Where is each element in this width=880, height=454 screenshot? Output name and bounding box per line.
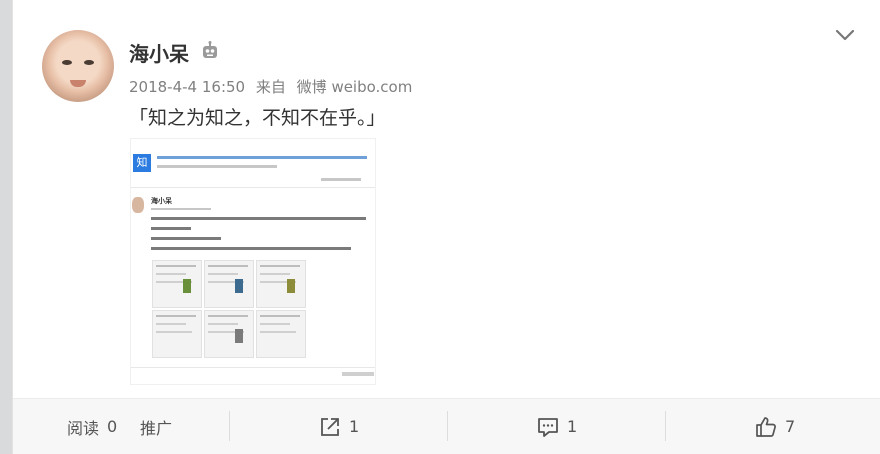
source-name[interactable]: 微博 weibo.com — [297, 78, 413, 96]
read-count: 阅读 0 — [67, 399, 117, 454]
shot-divider — [131, 187, 375, 188]
shot-text-line — [151, 208, 211, 210]
embedded-screenshot[interactable]: 知 海小呆 — [130, 138, 376, 385]
shot-text-line — [151, 217, 366, 220]
avatar-mouth — [70, 80, 86, 87]
robot-icon — [203, 41, 217, 58]
like-button[interactable]: 7 — [755, 399, 795, 454]
shot-username: 海小呆 — [151, 197, 172, 205]
username[interactable]: 海小呆 — [129, 38, 189, 67]
share-icon — [321, 417, 339, 436]
zhihu-logo-icon: 知 — [133, 154, 151, 172]
shot-text-line — [151, 237, 221, 240]
action-separator — [229, 411, 230, 441]
shot-thumbnail-grid — [152, 260, 332, 358]
action-bar: 阅读 0 推广 1 1 7 — [13, 399, 880, 454]
shot-text-line — [157, 156, 367, 159]
comment-count: 1 — [567, 417, 578, 436]
read-label: 阅读 — [67, 418, 100, 438]
shot-thumb — [256, 310, 306, 358]
timestamp[interactable]: 2018-4-4 16:50 — [129, 78, 245, 96]
thumbs-up-icon — [756, 416, 776, 437]
shot-text-line — [151, 247, 351, 250]
shot-avatar — [132, 197, 144, 213]
shot-thumb — [204, 260, 254, 308]
shot-thumb — [204, 310, 254, 358]
post-text: 「知之为知之，不知不在乎。」 — [129, 107, 386, 129]
avatar-eye — [84, 60, 94, 65]
comment-icon — [538, 417, 558, 437]
post-meta: 2018-4-4 16:50 来自 微博 weibo.com — [129, 76, 412, 97]
shot-thumb — [256, 260, 306, 308]
repost-count: 1 — [349, 417, 360, 436]
promote-label: 推广 — [140, 418, 173, 438]
shot-text-line — [321, 178, 361, 181]
chevron-down-icon[interactable] — [835, 28, 855, 42]
shot-divider — [131, 367, 375, 368]
shot-text-line — [157, 165, 277, 168]
avatar[interactable] — [42, 30, 114, 102]
shot-thumb — [152, 310, 202, 358]
weibo-post-card: 海小呆 2018-4-4 16:50 来自 微博 weibo.com 「知之为知… — [12, 0, 880, 454]
shot-watermark — [342, 372, 374, 376]
repost-button[interactable]: 1 — [319, 399, 359, 454]
action-separator — [665, 411, 666, 441]
comment-button[interactable]: 1 — [537, 399, 577, 454]
avatar-eye — [62, 60, 72, 65]
action-separator — [447, 411, 448, 441]
read-count-value: 0 — [107, 417, 118, 436]
shot-thumb — [152, 260, 202, 308]
source-prefix: 来自 — [255, 78, 286, 96]
promote-button[interactable]: 推广 — [140, 399, 172, 454]
shot-text-line — [151, 227, 191, 230]
like-count: 7 — [785, 417, 796, 436]
